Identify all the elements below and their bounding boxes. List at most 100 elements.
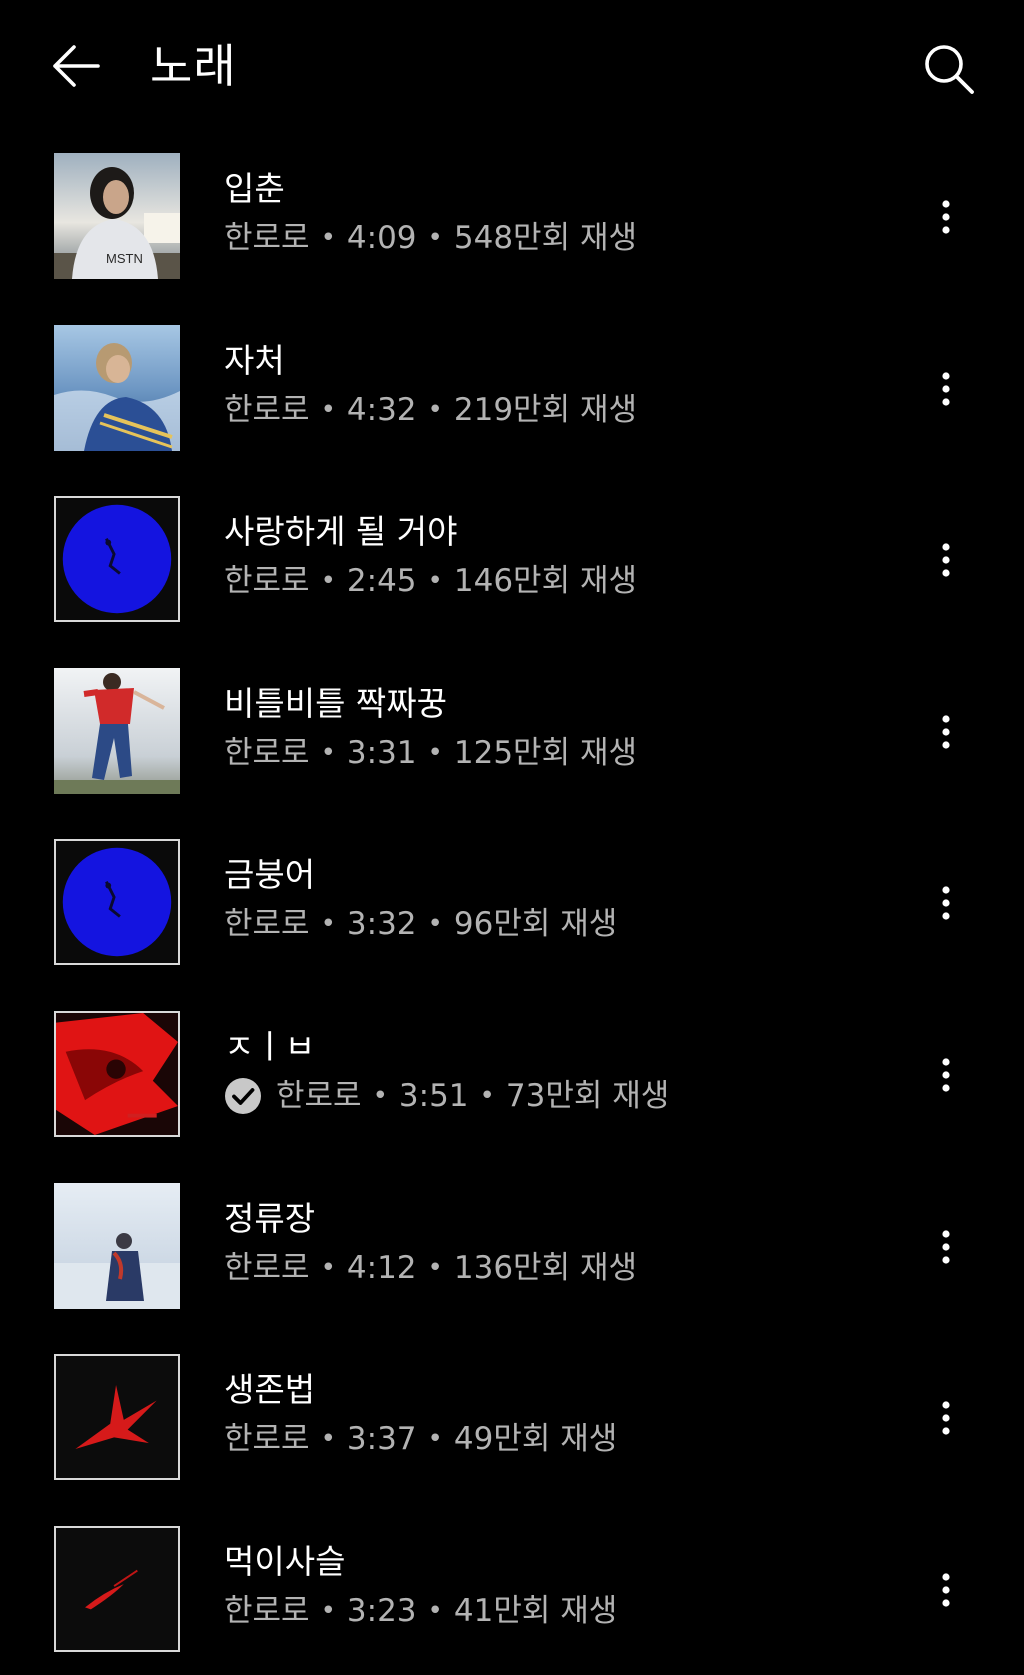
artist-name: 한로로 xyxy=(224,906,310,943)
song-meta: 한로로 • 3:37 • 49만회 재생 xyxy=(224,1418,864,1460)
song-duration: 3:32 xyxy=(346,906,417,943)
meta-separator: • xyxy=(320,1595,336,1626)
artist-name: 한로로 xyxy=(224,1421,310,1458)
meta-separator: • xyxy=(320,1424,336,1455)
song-info: ㅈㅣㅂ 한로로 • 3:51 • 73만회 재생 xyxy=(224,1025,864,1117)
more-options-button[interactable] xyxy=(920,357,972,421)
more-options-button[interactable] xyxy=(920,1043,972,1107)
song-row[interactable]: 정류장 한로로 • 4:12 • 136만회 재생 xyxy=(0,1161,1024,1333)
meta-separator: • xyxy=(320,1252,336,1283)
song-title: 먹이사슬 xyxy=(224,1541,346,1581)
song-info: 사랑하게 될 거야 한로로 • 2:45 • 146만회 재생 xyxy=(224,510,864,602)
meta-separator: • xyxy=(320,566,336,597)
song-meta: 한로로 • 4:09 • 548만회 재생 xyxy=(224,217,864,259)
song-duration: 3:51 xyxy=(398,1077,469,1114)
album-art-thumbnail: MSTN xyxy=(54,153,180,279)
song-title: 비틀비틀 짝짜꿍 xyxy=(224,683,448,723)
song-title: 입춘 xyxy=(224,169,285,208)
song-meta: 한로로 • 4:12 • 136만회 재생 xyxy=(224,1247,864,1289)
artist-name: 한로로 xyxy=(224,220,310,256)
meta-separator: • xyxy=(427,1595,443,1626)
song-title: 자처 xyxy=(224,340,285,380)
song-meta: 한로로 • 3:32 • 96만회 재생 xyxy=(224,903,864,945)
album-art-thumbnail xyxy=(54,1525,180,1652)
song-row[interactable]: 비틀비틀 짝짜꿍 한로로 • 3:31 • 125만회 재생 xyxy=(0,646,1024,818)
search-icon xyxy=(925,45,974,94)
play-count: 548만회 재생 xyxy=(453,220,637,256)
meta-separator: • xyxy=(320,223,336,253)
meta-separator: • xyxy=(427,737,443,768)
more-options-button[interactable] xyxy=(920,1386,972,1450)
meta-separator: • xyxy=(427,1252,443,1283)
album-art-thumbnail xyxy=(54,839,180,966)
song-duration: 4:32 xyxy=(346,391,417,428)
song-row[interactable]: 금붕어 한로로 • 3:32 • 96만회 재생 xyxy=(0,817,1024,989)
play-count: 73만회 재생 xyxy=(505,1077,670,1114)
song-duration: 3:37 xyxy=(346,1421,417,1458)
album-art-thumbnail xyxy=(54,324,180,451)
more-options-button[interactable] xyxy=(920,871,972,935)
album-art-thumbnail xyxy=(54,496,180,623)
song-row[interactable]: ㅈㅣㅂ 한로로 • 3:51 • 73만회 재생 xyxy=(0,989,1024,1161)
more-options-button[interactable] xyxy=(920,528,972,592)
back-button[interactable] xyxy=(44,34,108,98)
song-row[interactable]: MSTN 입춘 한로로 • 4:09 • 548만회 재생 xyxy=(0,131,1024,303)
meta-separator: • xyxy=(427,394,443,425)
song-title: 사랑하게 될 거야 xyxy=(224,512,458,552)
more-vert-icon xyxy=(942,543,950,577)
song-title: 생존법 xyxy=(224,1370,316,1410)
more-options-button[interactable] xyxy=(920,185,972,249)
song-row[interactable]: 생존법 한로로 • 3:37 • 49만회 재생 xyxy=(0,1332,1024,1504)
meta-separator: • xyxy=(320,394,336,425)
artist-name: 한로로 xyxy=(224,563,310,600)
play-count: 125만회 재생 xyxy=(453,734,637,771)
song-meta: 한로로 • 2:45 • 146만회 재생 xyxy=(224,560,864,602)
search-button[interactable] xyxy=(914,34,984,104)
page-title: 노래 xyxy=(150,39,237,93)
song-info: 먹이사슬 한로로 • 3:23 • 41만회 재생 xyxy=(224,1540,864,1632)
artist-name: 한로로 xyxy=(224,1592,310,1629)
artist-name: 한로로 xyxy=(276,1077,362,1114)
more-vert-icon xyxy=(942,1229,950,1264)
more-vert-icon xyxy=(942,371,950,406)
play-count: 219만회 재생 xyxy=(453,391,637,428)
more-options-button[interactable] xyxy=(920,1215,972,1279)
more-options-button[interactable] xyxy=(920,700,972,764)
album-art-thumbnail xyxy=(54,1182,180,1309)
song-info: 금붕어 한로로 • 3:32 • 96만회 재생 xyxy=(224,853,864,945)
play-count: 49만회 재생 xyxy=(453,1421,618,1458)
artist-name: 한로로 xyxy=(224,1249,310,1286)
meta-separator: • xyxy=(372,1080,388,1111)
artist-name: 한로로 xyxy=(224,391,310,428)
song-row[interactable]: 자처 한로로 • 4:32 • 219만회 재생 xyxy=(0,303,1024,475)
more-vert-icon xyxy=(942,200,950,234)
play-count: 41만회 재생 xyxy=(453,1592,618,1629)
song-duration: 4:09 xyxy=(346,220,417,256)
song-title: 정류장 xyxy=(224,1198,316,1238)
song-duration: 3:31 xyxy=(346,734,417,771)
song-duration: 2:45 xyxy=(346,563,417,600)
more-vert-icon xyxy=(942,1058,950,1092)
song-row[interactable]: 사랑하게 될 거야 한로로 • 2:45 • 146만회 재생 xyxy=(0,474,1024,646)
verified-check-icon xyxy=(224,1077,262,1115)
album-art-thumbnail xyxy=(54,1354,180,1481)
song-meta: 한로로 • 3:31 • 125만회 재생 xyxy=(224,732,864,774)
arrow-left-icon xyxy=(53,45,100,87)
song-meta: 한로로 • 3:23 • 41만회 재생 xyxy=(224,1590,864,1632)
song-title: ㅈㅣㅂ xyxy=(224,1026,316,1066)
meta-separator: • xyxy=(427,223,443,253)
more-vert-icon xyxy=(942,715,950,749)
song-row[interactable]: 먹이사슬 한로로 • 3:23 • 41만회 재생 xyxy=(0,1504,1024,1675)
song-duration: 4:12 xyxy=(346,1249,417,1286)
more-options-button[interactable] xyxy=(920,1558,972,1622)
more-vert-icon xyxy=(942,1401,950,1435)
song-list: MSTN 입춘 한로로 • 4:09 • 548만회 재생 자처 한로로 • 4… xyxy=(0,131,1024,1675)
meta-separator: • xyxy=(427,909,443,940)
song-meta: 한로로 • 4:32 • 219만회 재생 xyxy=(224,389,864,431)
song-info: 자처 한로로 • 4:32 • 219만회 재생 xyxy=(224,339,864,431)
more-vert-icon xyxy=(942,886,950,920)
song-info: 비틀비틀 짝짜꿍 한로로 • 3:31 • 125만회 재생 xyxy=(224,682,864,774)
song-title: 금붕어 xyxy=(224,855,316,895)
song-meta: 한로로 • 3:51 • 73만회 재생 xyxy=(224,1075,864,1117)
svg-text:MSTN: MSTN xyxy=(106,251,143,266)
